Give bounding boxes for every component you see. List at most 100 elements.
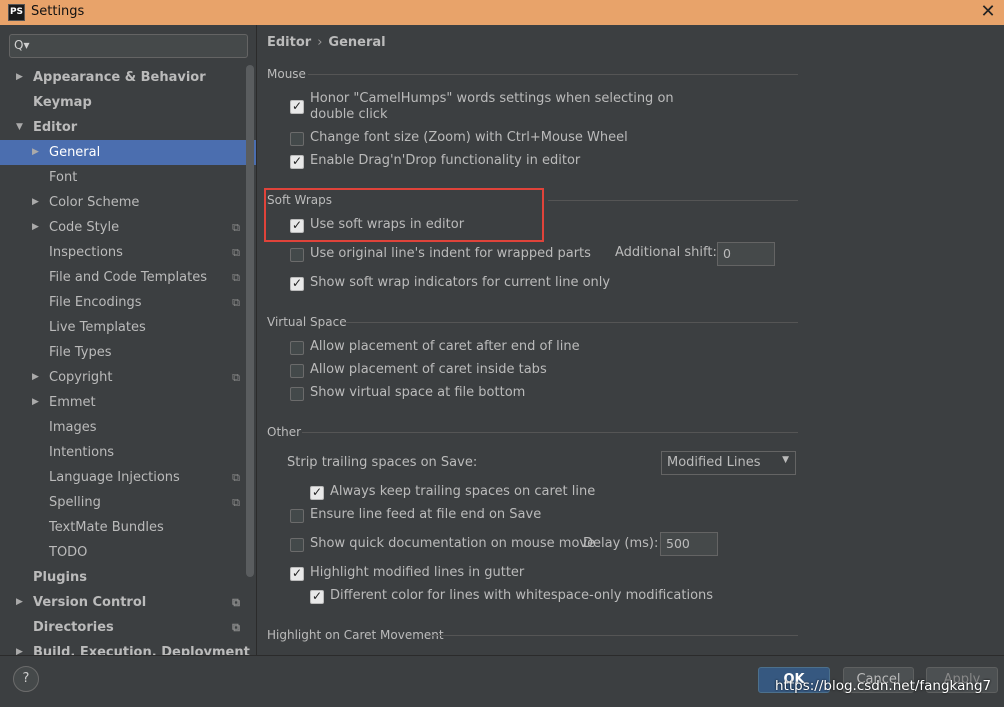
sidebar-item-code-style[interactable]: ▶ Code Style ⧉ — [0, 215, 256, 240]
sidebar-item-editor[interactable]: ▼ Editor — [0, 115, 256, 140]
drag-drop-label: Enable Drag'n'Drop functionality in edit… — [310, 153, 581, 168]
different-color-label: Different color for lines with whitespac… — [330, 588, 714, 603]
sidebar-scrollbar[interactable] — [246, 65, 254, 577]
sidebar-item-spelling[interactable]: Spelling ⧉ — [0, 490, 256, 515]
strip-trailing-dropdown[interactable]: Modified Lines ▼ — [661, 451, 796, 475]
sidebar-item-label: Keymap — [33, 95, 92, 110]
section-divider — [302, 432, 798, 433]
font-zoom-label: Change font size (Zoom) with Ctrl+Mouse … — [310, 130, 628, 145]
camel-humps-checkbox[interactable] — [290, 99, 304, 114]
sidebar-item-general[interactable]: ▶ General — [0, 140, 256, 165]
help-button[interactable]: ? — [13, 666, 39, 692]
quick-doc-checkbox[interactable] — [290, 538, 304, 552]
keep-trailing-label: Always keep trailing spaces on caret lin… — [330, 484, 596, 499]
project-scope-icon: ⧉ — [232, 271, 240, 284]
line-feed-checkbox[interactable] — [290, 509, 304, 523]
section-title-other: Other — [267, 425, 302, 439]
sidebar-item-directories[interactable]: Directories ⧉ — [0, 615, 256, 640]
sidebar-item-file-types[interactable]: File Types — [0, 340, 256, 365]
breadcrumb-separator: › — [317, 35, 323, 50]
additional-shift-label: Additional shift: — [615, 245, 717, 260]
sidebar-item-build-execution-deployment[interactable]: ▶ Build, Execution, Deployment — [0, 640, 256, 655]
expand-right-icon[interactable]: ▶ — [16, 590, 23, 615]
sidebar-item-label: Font — [49, 170, 78, 185]
expand-right-icon[interactable]: ▶ — [32, 215, 39, 240]
sidebar-item-file-encodings[interactable]: File Encodings ⧉ — [0, 290, 256, 315]
sidebar-item-todo[interactable]: TODO — [0, 540, 256, 565]
project-scope-icon: ⧉ — [232, 246, 240, 259]
section-divider — [308, 74, 798, 75]
watermark-text: https://blog.csdn.net/fangkang7 — [775, 678, 992, 694]
breadcrumb-current: General — [328, 35, 386, 50]
caret-after-end-checkbox[interactable] — [290, 341, 304, 355]
sidebar-item-label: Appearance & Behavior — [33, 70, 206, 85]
expand-down-icon[interactable]: ▼ — [16, 115, 23, 140]
sidebar-item-label: Code Style — [49, 220, 120, 235]
sidebar-item-images[interactable]: Images — [0, 415, 256, 440]
section-title-mouse: Mouse — [267, 67, 306, 81]
sidebar-item-label: Editor — [33, 120, 78, 135]
section-divider — [430, 635, 798, 636]
sidebar-item-version-control[interactable]: ▶ Version Control ⧉ — [0, 590, 256, 615]
drag-drop-checkbox[interactable] — [290, 154, 304, 169]
sidebar-item-textmate-bundles[interactable]: TextMate Bundles — [0, 515, 256, 540]
expand-right-icon[interactable]: ▶ — [32, 190, 39, 215]
additional-shift-input[interactable]: 0 — [717, 242, 775, 266]
search-icon[interactable]: Q▾ — [14, 38, 29, 52]
sidebar-item-label: Version Control — [33, 595, 147, 610]
delay-label: Delay (ms): — [583, 536, 659, 551]
expand-right-icon[interactable]: ▶ — [32, 365, 39, 390]
sidebar-item-label: TODO — [49, 545, 88, 560]
sidebar-item-copyright[interactable]: ▶ Copyright ⧉ — [0, 365, 256, 390]
original-indent-label: Use original line's indent for wrapped p… — [310, 246, 591, 261]
strip-trailing-label: Strip trailing spaces on Save: — [287, 455, 478, 470]
different-color-checkbox[interactable] — [310, 589, 324, 604]
sidebar-item-label: TextMate Bundles — [49, 520, 164, 535]
sidebar-item-live-templates[interactable]: Live Templates — [0, 315, 256, 340]
breadcrumb-parent[interactable]: Editor — [267, 35, 311, 50]
expand-right-icon[interactable]: ▶ — [16, 65, 23, 90]
sidebar-item-color-scheme[interactable]: ▶ Color Scheme — [0, 190, 256, 215]
sidebar-item-label: Language Injections — [49, 470, 180, 485]
virtual-space-bottom-checkbox[interactable] — [290, 387, 304, 401]
soft-wraps-checkbox[interactable] — [290, 218, 304, 233]
expand-right-icon[interactable]: ▶ — [16, 640, 23, 655]
font-zoom-checkbox[interactable] — [290, 132, 304, 146]
caret-inside-tabs-label: Allow placement of caret inside tabs — [310, 362, 547, 377]
sidebar-item-label: Color Scheme — [49, 195, 140, 210]
close-icon[interactable]: ✕ — [978, 1, 998, 22]
virtual-space-bottom-label: Show virtual space at file bottom — [310, 385, 526, 400]
section-title-virtual-space: Virtual Space — [267, 315, 347, 329]
sidebar-item-language-injections[interactable]: Language Injections ⧉ — [0, 465, 256, 490]
expand-right-icon[interactable]: ▶ — [32, 140, 39, 165]
project-scope-icon: ⧉ — [232, 296, 240, 309]
project-scope-icon: ⧉ — [232, 371, 240, 384]
search-input[interactable]: Q▾ — [9, 34, 248, 58]
sidebar-item-keymap[interactable]: Keymap — [0, 90, 256, 115]
sidebar-item-inspections[interactable]: Inspections ⧉ — [0, 240, 256, 265]
sidebar-item-label: Emmet — [49, 395, 96, 410]
line-feed-label: Ensure line feed at file end on Save — [310, 507, 542, 522]
wrap-indicators-label: Show soft wrap indicators for current li… — [310, 275, 611, 290]
sidebar-item-file-and-code-templates[interactable]: File and Code Templates ⧉ — [0, 265, 256, 290]
project-scope-icon: ⧉ — [232, 596, 240, 609]
camel-humps-label-line2: double click — [310, 107, 388, 122]
sidebar-item-plugins[interactable]: Plugins — [0, 565, 256, 590]
original-indent-checkbox[interactable] — [290, 248, 304, 262]
sidebar-item-emmet[interactable]: ▶ Emmet — [0, 390, 256, 415]
highlight-modified-checkbox[interactable] — [290, 566, 304, 581]
sidebar-item-label: File and Code Templates — [49, 270, 207, 285]
keep-trailing-checkbox[interactable] — [310, 485, 324, 500]
sidebar-item-font[interactable]: Font — [0, 165, 256, 190]
settings-tree: ▶ Appearance & Behavior Keymap ▼ Editor ▶ Gene… — [0, 65, 256, 655]
window-title: Settings — [31, 4, 85, 19]
highlight-modified-label: Highlight modified lines in gutter — [310, 565, 525, 580]
delay-input[interactable]: 500 — [660, 532, 718, 556]
breadcrumb: Editor › General — [267, 35, 386, 50]
caret-inside-tabs-checkbox[interactable] — [290, 364, 304, 378]
sidebar-item-appearance-behavior[interactable]: ▶ Appearance & Behavior — [0, 65, 256, 90]
sidebar-item-intentions[interactable]: Intentions — [0, 440, 256, 465]
section-divider — [342, 322, 798, 323]
wrap-indicators-checkbox[interactable] — [290, 276, 304, 291]
expand-right-icon[interactable]: ▶ — [32, 390, 39, 415]
